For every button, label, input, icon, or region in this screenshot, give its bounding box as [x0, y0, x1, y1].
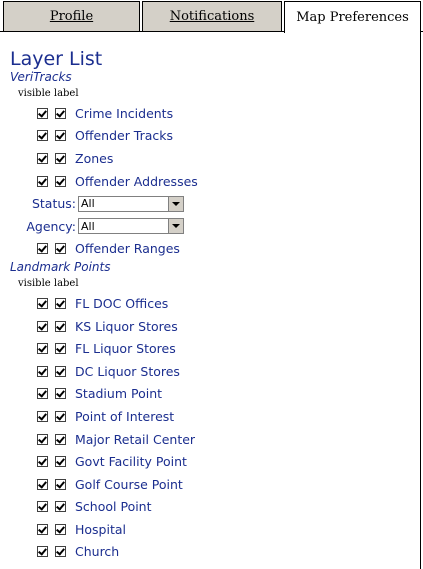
tab-map-preferences-label: Map Preferences: [296, 10, 409, 25]
label-checkbox[interactable]: [55, 152, 66, 164]
layer-label: Zones: [75, 150, 114, 166]
layer-label: FL Liquor Stores: [75, 341, 176, 357]
layer-row: Stadium Point: [37, 383, 417, 406]
chevron-down-icon[interactable]: [168, 219, 183, 234]
label-checkbox[interactable]: [55, 175, 66, 187]
label-checkbox[interactable]: [55, 297, 66, 309]
layer-row: Offender Addresses: [37, 170, 417, 193]
visible-checkbox[interactable]: [37, 546, 48, 558]
label-checkbox[interactable]: [55, 410, 66, 422]
layer-label: School Point: [75, 499, 152, 515]
visible-checkbox[interactable]: [37, 501, 48, 513]
page-title: Layer List: [10, 48, 103, 70]
label-checkbox[interactable]: [55, 243, 66, 255]
label-checkbox[interactable]: [55, 320, 66, 332]
layer-row: Offender Ranges: [37, 238, 417, 261]
visible-checkbox[interactable]: [37, 478, 48, 490]
label-checkbox[interactable]: [55, 501, 66, 513]
visible-checkbox[interactable]: [37, 130, 48, 142]
layer-label: Offender Tracks: [75, 128, 174, 144]
label-checkbox[interactable]: [55, 456, 66, 468]
layer-row: Major Retail Center: [37, 428, 417, 451]
layer-row: KS Liquor Stores: [37, 315, 417, 338]
visible-checkbox[interactable]: [37, 243, 48, 255]
label-checkbox[interactable]: [55, 388, 66, 400]
layer-row: Church: [37, 541, 417, 564]
label-checkbox[interactable]: [55, 107, 66, 119]
layer-list-panel: Layer List VeriTracks visible label Crim…: [10, 48, 417, 563]
layer-label: Govt Facility Point: [75, 454, 187, 470]
layer-label: Hospital: [75, 521, 127, 537]
layer-row: Golf Course Point: [37, 473, 417, 496]
group-heading-landmark-points: Landmark Points: [10, 260, 111, 275]
panel-right-border: [420, 32, 421, 569]
layer-row: DC Liquor Stores: [37, 360, 417, 383]
status-select-value: All: [81, 197, 95, 211]
label-checkbox[interactable]: [55, 546, 66, 558]
layer-label: Crime Incidents: [75, 105, 174, 121]
visible-checkbox[interactable]: [37, 343, 48, 355]
status-select[interactable]: All: [78, 195, 184, 212]
tab-notifications[interactable]: Notifications: [142, 1, 282, 31]
visible-checkbox[interactable]: [37, 320, 48, 332]
visible-checkbox[interactable]: [37, 297, 48, 309]
layer-row: School Point: [37, 496, 417, 519]
group-heading-veritracks: VeriTracks: [10, 70, 72, 84]
layer-row: Crime Incidents: [37, 102, 417, 125]
visible-checkbox[interactable]: [37, 388, 48, 400]
layer-label: Major Retail Center: [75, 431, 196, 447]
agency-filter-label: Agency:: [26, 218, 76, 234]
layer-label: FL DOC Offices: [75, 295, 169, 311]
label-checkbox[interactable]: [55, 365, 66, 377]
label-checkbox[interactable]: [55, 130, 66, 142]
visible-checkbox[interactable]: [37, 152, 48, 164]
chevron-down-icon[interactable]: [168, 196, 183, 211]
layer-row: Govt Facility Point: [37, 450, 417, 473]
visible-checkbox[interactable]: [37, 433, 48, 445]
columns-header: visible label: [18, 88, 79, 99]
layer-row: Hospital: [37, 518, 417, 541]
layer-row: Zones: [37, 147, 417, 170]
layer-label: Stadium Point: [75, 386, 163, 402]
visible-checkbox[interactable]: [37, 107, 48, 119]
tab-profile[interactable]: Profile: [3, 1, 140, 31]
tab-bar: Profile Notifications Map Preferences: [0, 0, 423, 33]
layer-row: Offender Tracks: [37, 125, 417, 148]
visible-checkbox[interactable]: [37, 523, 48, 535]
visible-checkbox[interactable]: [37, 456, 48, 468]
status-filter-label: Status:: [31, 196, 76, 212]
agency-select-value: All: [81, 219, 95, 233]
layer-label: KS Liquor Stores: [75, 318, 178, 334]
layer-label: Golf Course Point: [75, 476, 183, 492]
tab-notifications-label: Notifications: [169, 9, 255, 24]
layer-label: DC Liquor Stores: [75, 363, 180, 379]
tab-profile-label: Profile: [49, 9, 94, 24]
visible-checkbox[interactable]: [37, 365, 48, 377]
visible-checkbox[interactable]: [37, 175, 48, 187]
visible-checkbox[interactable]: [37, 410, 48, 422]
layer-label: Church: [75, 544, 120, 560]
layer-label: Offender Addresses: [75, 173, 198, 189]
layer-row: FL DOC Offices: [37, 292, 417, 315]
tab-map-preferences[interactable]: Map Preferences: [284, 1, 421, 33]
layer-row: FL Liquor Stores: [37, 337, 417, 360]
layer-label: Point of Interest: [75, 408, 175, 424]
agency-select[interactable]: All: [78, 218, 184, 235]
layer-row: Point of Interest: [37, 405, 417, 428]
layer-label: Offender Ranges: [75, 241, 180, 257]
status-filter-row: Status: All: [10, 192, 417, 215]
columns-header: visible label: [18, 278, 79, 290]
label-checkbox[interactable]: [55, 523, 66, 535]
label-checkbox[interactable]: [55, 343, 66, 355]
agency-filter-row: Agency: All: [10, 215, 417, 238]
label-checkbox[interactable]: [55, 478, 66, 490]
label-checkbox[interactable]: [55, 433, 66, 445]
